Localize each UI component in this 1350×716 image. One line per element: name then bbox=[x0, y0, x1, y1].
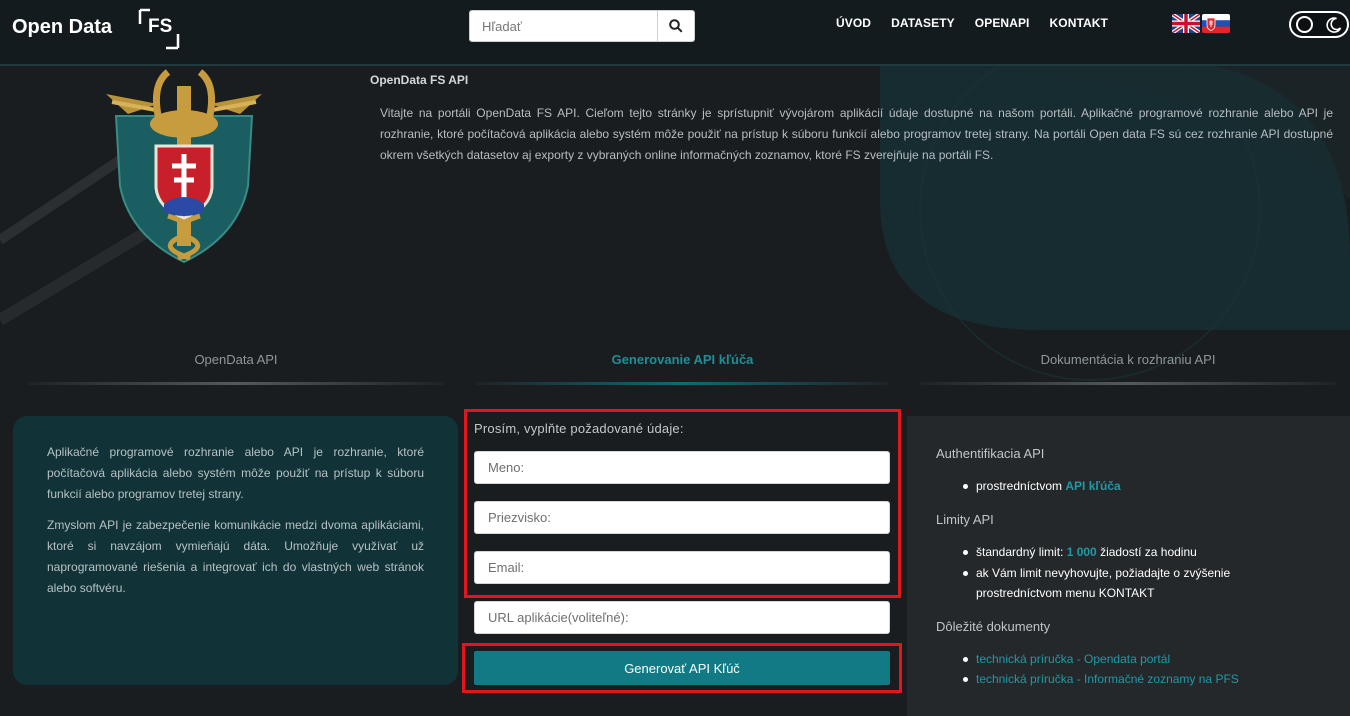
limit-value: 1 000 bbox=[1066, 545, 1097, 559]
doc-link-opendata[interactable]: technická príručka - Opendata portál bbox=[976, 652, 1170, 666]
tab-underline bbox=[28, 382, 444, 385]
limit-suffix: žiadostí za hodinu bbox=[1096, 545, 1197, 559]
api-info-card: Aplikačné programové rozhranie alebo API… bbox=[13, 416, 458, 685]
last-name-field[interactable] bbox=[474, 501, 890, 534]
app-url-field[interactable] bbox=[474, 601, 890, 634]
doc-link-info-lists[interactable]: technická príručka - Informačné zoznamy … bbox=[976, 672, 1239, 686]
api-key-link[interactable]: API kľúča bbox=[1065, 479, 1120, 493]
fs-logo-text: FS bbox=[148, 16, 173, 37]
doc-list-item: technická príručka - Informačné zoznamy … bbox=[963, 669, 1239, 689]
nav-openapi[interactable]: OPENAPI bbox=[975, 16, 1030, 30]
main-nav: ÚVOD DATASETY OPENAPI KONTAKT bbox=[836, 16, 1128, 30]
email-field[interactable] bbox=[474, 551, 890, 584]
first-name-field[interactable] bbox=[474, 451, 890, 484]
limits-heading: Limity API bbox=[936, 512, 994, 527]
tab-underline-active bbox=[476, 382, 889, 385]
english-flag-icon[interactable] bbox=[1172, 14, 1200, 33]
theme-toggle[interactable] bbox=[1289, 11, 1349, 38]
info-paragraph: Aplikačné programové rozhranie alebo API… bbox=[47, 445, 424, 501]
search-button[interactable] bbox=[657, 11, 694, 41]
nav-kontakt[interactable]: KONTAKT bbox=[1050, 16, 1108, 30]
limit-note-contact: prostredníctvom menu KONTAKT bbox=[976, 586, 1155, 600]
docs-heading: Dôležité dokumenty bbox=[936, 619, 1051, 634]
tab-underline bbox=[920, 382, 1336, 385]
auth-item: prostredníctvom API kľúča bbox=[963, 476, 1121, 496]
doc-list-item: technická príručka - Opendata portál bbox=[962, 649, 1170, 669]
nav-datasety[interactable]: DATASETY bbox=[891, 16, 955, 30]
brand-title[interactable]: Open Data bbox=[12, 16, 112, 39]
limit-prefix: štandardný limit: bbox=[976, 545, 1067, 559]
info-paragraph: Zmyslom API je zabezpečenie komunikácie … bbox=[47, 518, 424, 595]
search-input[interactable] bbox=[470, 11, 660, 41]
generate-api-key-button[interactable]: Generovať API Kľúč bbox=[474, 651, 890, 685]
auth-prefix: prostredníctvom bbox=[976, 479, 1066, 493]
moon-icon bbox=[1326, 17, 1342, 33]
limit-item: štandardný limit: 1 000 žiadostí za hodi… bbox=[963, 542, 1197, 562]
form-instruction: Prosím, vyplňte požadované údaje: bbox=[474, 421, 684, 436]
search-icon bbox=[669, 19, 683, 33]
limit-note: ak Vám limit nevyhovujte, požiadajte o z… bbox=[976, 566, 1231, 580]
slovak-flag-icon[interactable] bbox=[1202, 14, 1230, 33]
nav-uvod[interactable]: ÚVOD bbox=[836, 16, 871, 30]
hero-description: Vitajte na portáli OpenData FS API. Cieľ… bbox=[380, 106, 1333, 162]
tab-opendata-api[interactable]: OpenData API bbox=[28, 352, 444, 367]
financial-administration-emblem bbox=[106, 69, 262, 264]
hero-title: OpenData FS API bbox=[370, 73, 469, 87]
toggle-knob bbox=[1296, 16, 1313, 33]
tab-generate-api-key[interactable]: Generovanie API kľúča bbox=[476, 352, 889, 367]
tab-api-documentation[interactable]: Dokumentácia k rozhraniu API bbox=[920, 352, 1336, 367]
auth-heading: Authentifikacia API bbox=[936, 446, 1045, 461]
limit-note-item: ak Vám limit nevyhovujte, požiadajte o z… bbox=[962, 563, 1231, 603]
top-bar: Open Data FS ÚVOD DATASETY OPENAPI KONTA… bbox=[0, 0, 1350, 66]
search-box bbox=[469, 10, 695, 42]
